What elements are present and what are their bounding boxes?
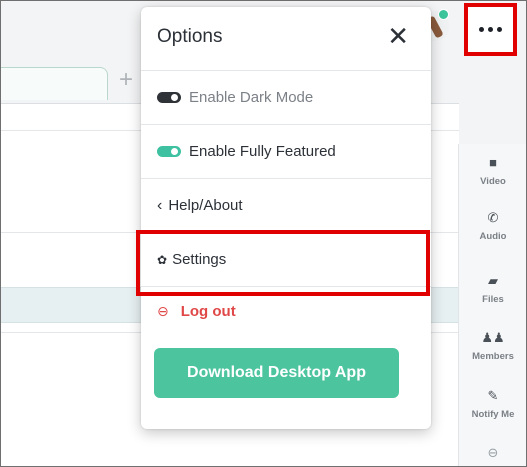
chevron-left-icon: ‹ (157, 196, 163, 214)
more-dots-icon (479, 27, 502, 32)
close-icon[interactable]: ✕ (387, 21, 409, 51)
rail-item-files[interactable]: ▰ Files (459, 273, 526, 306)
rail-label: Video (480, 176, 506, 187)
video-icon: ■ (489, 155, 497, 170)
menu-item-fully-featured[interactable]: Enable Fully Featured (141, 124, 431, 178)
rail-item-video[interactable]: ■ Video (459, 155, 526, 188)
menu-item-help-about[interactable]: ‹ Help/About (141, 178, 431, 232)
menu-item-dark-mode[interactable]: Enable Dark Mode (141, 70, 431, 124)
menu-item-label: Enable Fully Featured (189, 143, 336, 160)
menu-item-label: Enable Dark Mode (189, 89, 314, 106)
rail-item-notify-me[interactable]: ✎ Notify Me (459, 388, 526, 421)
menu-item-label: Log out (180, 303, 236, 320)
logout-icon: ⊖ (157, 303, 169, 319)
download-desktop-app-button[interactable]: Download Desktop App (154, 348, 399, 398)
rail-label: Files (482, 294, 504, 305)
right-rail: ■ Video ✆ Audio ▰ Files ♟♟ Members ✎ Not… (458, 144, 526, 466)
toggle-off-icon[interactable] (157, 92, 181, 103)
rail-label: Members (472, 351, 514, 362)
rail-item-leave[interactable]: ⊖ (459, 445, 526, 460)
phone-icon: ✆ (487, 210, 499, 225)
options-popover: Options ✕ Enable Dark Mode Enable Fully … (141, 7, 431, 429)
menu-item-label: Help/About (168, 197, 243, 214)
rail-item-audio[interactable]: ✆ Audio (459, 210, 526, 243)
rail-label: Audio (479, 231, 507, 242)
settings-highlight-box (136, 230, 430, 296)
rail-item-members[interactable]: ♟♟ Members (459, 330, 526, 363)
bell-off-icon: ✎ (487, 388, 499, 403)
options-title: Options (157, 26, 223, 47)
online-status-dot (438, 9, 449, 20)
chat-tab[interactable] (1, 67, 108, 100)
more-options-button[interactable] (464, 3, 517, 56)
add-tab-button[interactable]: + (119, 67, 133, 93)
rail-label: Notify Me (471, 409, 515, 420)
folder-icon: ▰ (488, 273, 498, 288)
toggle-on-icon[interactable] (157, 146, 181, 157)
logout-icon: ⊖ (487, 445, 499, 460)
members-icon: ♟♟ (481, 330, 505, 345)
